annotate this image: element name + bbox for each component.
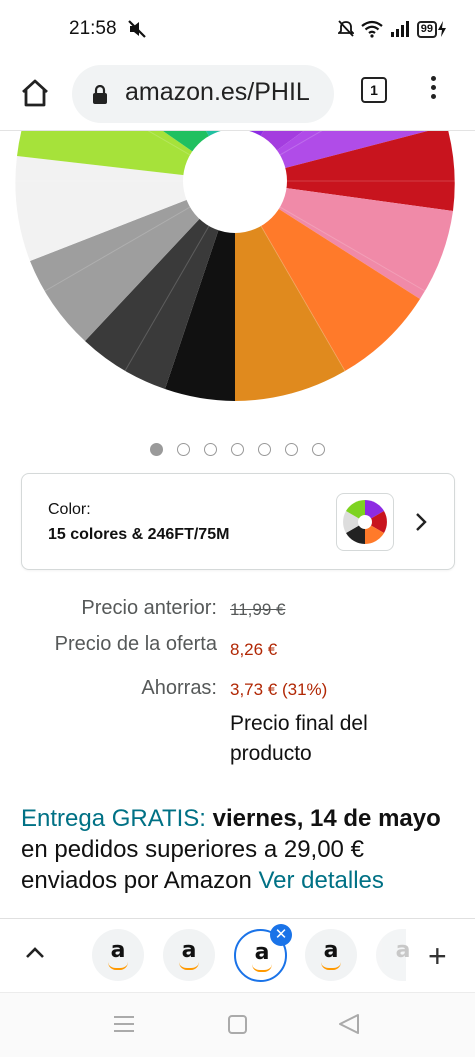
offer-price-label: Precio de la oferta bbox=[54, 633, 217, 655]
color-wheel-icon bbox=[343, 500, 387, 544]
carousel-dot[interactable] bbox=[177, 443, 190, 456]
carousel-dot[interactable] bbox=[150, 443, 163, 456]
url-text: amazon.es/PHIL bbox=[125, 78, 310, 106]
chevron-up-icon[interactable] bbox=[24, 945, 46, 959]
color-value: 15 colores & 246FT/75M bbox=[48, 526, 230, 543]
close-tab-icon[interactable]: ✕ bbox=[270, 924, 292, 946]
savings-label: Ahorras: bbox=[141, 677, 217, 699]
carousel-dot[interactable] bbox=[258, 443, 271, 456]
address-bar[interactable]: amazon.es/PHIL bbox=[72, 65, 334, 123]
back-icon[interactable] bbox=[339, 1014, 359, 1034]
recents-icon[interactable] bbox=[114, 1016, 134, 1032]
tab-overflow[interactable]: a bbox=[376, 929, 410, 981]
color-selector[interactable]: Color: 15 colores & 246FT/75M bbox=[21, 473, 455, 570]
status-time: 21:58 bbox=[69, 18, 117, 39]
amazon-smile-icon bbox=[108, 962, 128, 970]
amazon-favicon: a bbox=[323, 938, 339, 963]
mute-icon bbox=[128, 20, 146, 38]
status-icons: 99 bbox=[337, 18, 447, 40]
amazon-favicon: a bbox=[110, 938, 126, 963]
filament-wheel-image bbox=[15, 131, 455, 401]
see-details-link[interactable]: Ver detalles bbox=[258, 867, 383, 894]
product-image[interactable] bbox=[0, 131, 475, 416]
battery-icon: 99 bbox=[416, 20, 447, 38]
final-price-note: Precio final del producto bbox=[230, 712, 368, 765]
carousel-dot[interactable] bbox=[312, 443, 325, 456]
amazon-smile-icon bbox=[252, 964, 272, 972]
menu-icon[interactable] bbox=[427, 73, 439, 109]
system-nav-bar bbox=[0, 992, 475, 1057]
notifications-muted-icon bbox=[337, 20, 354, 37]
charging-icon bbox=[438, 21, 446, 37]
carousel-dot[interactable] bbox=[231, 443, 244, 456]
tab-thumbnail[interactable]: a bbox=[163, 929, 215, 981]
battery-level: 99 bbox=[416, 20, 437, 38]
color-swatch-thumbnail[interactable] bbox=[336, 493, 394, 551]
carousel-dot[interactable] bbox=[285, 443, 298, 456]
chevron-right-icon bbox=[416, 513, 427, 531]
tab-thumbnail[interactable]: a bbox=[305, 929, 357, 981]
previous-price-value: 11,99 € bbox=[230, 600, 286, 619]
offer-price-value: 8,26 € bbox=[230, 640, 278, 659]
browser-toolbar: amazon.es/PHIL 1 bbox=[0, 60, 475, 130]
signal-icon bbox=[390, 21, 409, 37]
amazon-smile-icon bbox=[321, 962, 341, 970]
delivery-date: viernes, 14 de mayo bbox=[212, 805, 441, 832]
lock-icon bbox=[93, 85, 107, 104]
new-tab-button[interactable]: + bbox=[428, 940, 447, 972]
amazon-smile-icon bbox=[179, 962, 199, 970]
home-nav-icon[interactable] bbox=[228, 1015, 247, 1034]
home-icon[interactable] bbox=[19, 77, 51, 109]
wifi-icon bbox=[361, 20, 383, 38]
carousel-dot[interactable] bbox=[204, 443, 217, 456]
delivery-info: Entrega GRATIS: viernes, 14 de mayo en p… bbox=[21, 803, 451, 896]
color-label: Color: bbox=[48, 501, 91, 518]
nav-buttons bbox=[114, 1014, 359, 1034]
savings-value: 3,73 € (31%) bbox=[230, 680, 328, 699]
tab-switcher-button[interactable]: 1 bbox=[361, 77, 387, 103]
tab-thumbnail[interactable]: a bbox=[92, 929, 144, 981]
free-delivery-label: Entrega GRATIS: bbox=[21, 805, 206, 832]
amazon-favicon: a bbox=[181, 938, 197, 963]
bottom-tab-strip: aaaa a + bbox=[0, 918, 475, 993]
status-bar: 21:58 99 bbox=[0, 0, 475, 60]
previous-price-label: Precio anterior: bbox=[81, 597, 217, 619]
carousel-dots[interactable] bbox=[0, 443, 475, 459]
